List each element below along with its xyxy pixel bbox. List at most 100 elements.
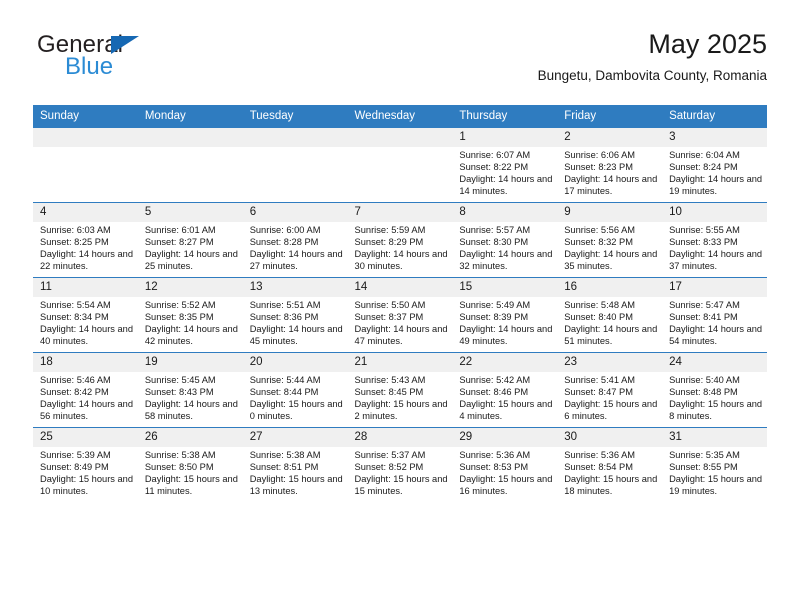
sunrise-text: Sunrise: 5:56 AM — [564, 225, 636, 235]
calendar-day-cell[interactable]: 4 Sunrise: 6:03 AM Sunset: 8:25 PM Daylight… — [33, 202, 138, 278]
weekday-header-tuesday: Tuesday — [242, 105, 348, 128]
daylight-text: Daylight: 15 hours and 10 minutes. — [40, 473, 134, 496]
calendar-day-cell[interactable]: 22 Sunrise: 5:42 AM Sunset: 8:46 PM Dayligh… — [452, 352, 558, 428]
sunset-text: Sunset: 8:41 PM — [669, 311, 738, 322]
calendar-day-cell[interactable] — [242, 128, 348, 203]
sunrise-text: Sunrise: 5:46 AM — [40, 375, 111, 385]
calendar-day-cell[interactable]: 23 Sunrise: 5:41 AM Sunset: 8:47 PM Dayligh… — [557, 352, 663, 428]
sun-info: Sunrise: 5:39 AM Sunset: 8:49 PM Daylight:… — [33, 447, 138, 498]
day-number: 8 — [452, 203, 558, 222]
day-cell: 31 Sunrise: 5:35 AM Sunset: 8:55 PM Dayligh… — [662, 428, 767, 502]
sunset-text: Sunset: 8:28 PM — [249, 236, 319, 247]
general-blue-logo[interactable]: General Blue — [37, 32, 247, 92]
sun-info: Sunrise: 5:42 AM Sunset: 8:46 PM Daylight:… — [452, 372, 557, 423]
calendar-day-cell[interactable]: 18 Sunrise: 5:46 AM Sunset: 8:42 PM Dayligh… — [33, 352, 138, 428]
sun-info: Sunrise: 5:50 AM Sunset: 8:37 PM Daylight:… — [348, 297, 453, 348]
sun-info: Sunrise: 5:46 AM Sunset: 8:42 PM Daylight:… — [33, 372, 138, 423]
day-number: 3 — [662, 128, 767, 147]
sunrise-text: Sunrise: 5:49 AM — [459, 300, 531, 310]
day-cell: 16 Sunrise: 5:48 AM Sunset: 8:40 PM Dayligh… — [557, 278, 663, 352]
sun-info: Sunrise: 5:51 AM Sunset: 8:36 PM Daylight:… — [243, 297, 348, 348]
calendar-day-cell[interactable]: 20 Sunrise: 5:44 AM Sunset: 8:44 PM Dayligh… — [242, 352, 348, 428]
calendar-day-cell[interactable]: 8 Sunrise: 5:57 AM Sunset: 8:30 PM Daylight… — [452, 202, 558, 278]
day-cell: 30 Sunrise: 5:36 AM Sunset: 8:54 PM Dayligh… — [557, 428, 663, 502]
calendar-day-cell[interactable]: 29 Sunrise: 5:36 AM Sunset: 8:53 PM Dayligh… — [452, 427, 558, 502]
day-cell: 24 Sunrise: 5:40 AM Sunset: 8:48 PM Dayligh… — [662, 353, 767, 427]
calendar-day-cell[interactable]: 9 Sunrise: 5:56 AM Sunset: 8:32 PM Daylight… — [557, 202, 663, 278]
page-header: General Blue May 2025 Bungetu, Dambovita… — [33, 28, 767, 100]
calendar-day-cell[interactable] — [137, 128, 243, 203]
calendar-day-cell[interactable] — [347, 128, 453, 203]
sunrise-text: Sunrise: 5:42 AM — [459, 375, 531, 385]
sunrise-text: Sunrise: 5:55 AM — [669, 225, 740, 235]
day-cell-empty — [33, 128, 138, 202]
day-cell: 2 Sunrise: 6:06 AM Sunset: 8:23 PM Daylight… — [557, 128, 663, 202]
weekday-header-monday: Monday — [137, 105, 243, 128]
calendar-day-cell[interactable]: 6 Sunrise: 6:00 AM Sunset: 8:28 PM Daylight… — [242, 202, 348, 278]
sun-info: Sunrise: 5:45 AM Sunset: 8:43 PM Daylight:… — [138, 372, 243, 423]
calendar-day-cell[interactable]: 7 Sunrise: 5:59 AM Sunset: 8:29 PM Daylight… — [347, 202, 453, 278]
calendar-day-cell[interactable]: 25 Sunrise: 5:39 AM Sunset: 8:49 PM Dayligh… — [33, 427, 138, 502]
calendar-day-cell[interactable]: 28 Sunrise: 5:37 AM Sunset: 8:52 PM Dayligh… — [347, 427, 453, 502]
day-number: 4 — [33, 203, 138, 222]
calendar-day-cell[interactable]: 15 Sunrise: 5:49 AM Sunset: 8:39 PM Dayligh… — [452, 277, 558, 353]
calendar-day-cell[interactable]: 30 Sunrise: 5:36 AM Sunset: 8:54 PM Dayligh… — [557, 427, 663, 502]
sunset-text: Sunset: 8:36 PM — [249, 311, 319, 322]
sunrise-text: Sunrise: 5:37 AM — [354, 450, 426, 460]
daylight-text: Daylight: 14 hours and 25 minutes. — [144, 248, 238, 271]
calendar-day-cell[interactable]: 14 Sunrise: 5:50 AM Sunset: 8:37 PM Dayligh… — [347, 277, 453, 353]
day-cell: 7 Sunrise: 5:59 AM Sunset: 8:29 PM Daylight… — [347, 203, 453, 277]
daylight-text: Daylight: 14 hours and 56 minutes. — [40, 398, 134, 421]
daylight-text: Daylight: 14 hours and 32 minutes. — [459, 248, 553, 271]
day-number: 15 — [452, 278, 558, 297]
sun-info: Sunrise: 5:38 AM Sunset: 8:51 PM Daylight:… — [243, 447, 348, 498]
calendar-day-cell[interactable]: 11 Sunrise: 5:54 AM Sunset: 8:34 PM Dayligh… — [33, 277, 138, 353]
calendar-day-cell[interactable]: 26 Sunrise: 5:38 AM Sunset: 8:50 PM Dayligh… — [137, 427, 243, 502]
day-cell: 28 Sunrise: 5:37 AM Sunset: 8:52 PM Dayligh… — [347, 428, 453, 502]
calendar-day-cell[interactable]: 5 Sunrise: 6:01 AM Sunset: 8:27 PM Daylight… — [137, 202, 243, 278]
daylight-text: Daylight: 14 hours and 27 minutes. — [249, 248, 343, 271]
sun-info: Sunrise: 5:38 AM Sunset: 8:50 PM Daylight:… — [138, 447, 243, 498]
calendar-day-cell[interactable] — [33, 128, 138, 203]
triangle-icon — [111, 36, 139, 54]
calendar-day-cell[interactable]: 21 Sunrise: 5:43 AM Sunset: 8:45 PM Dayligh… — [347, 352, 453, 428]
sunset-text: Sunset: 8:52 PM — [354, 461, 424, 472]
calendar-day-cell[interactable]: 10 Sunrise: 5:55 AM Sunset: 8:33 PM Dayligh… — [662, 202, 767, 278]
calendar-day-cell[interactable]: 12 Sunrise: 5:52 AM Sunset: 8:35 PM Dayligh… — [137, 277, 243, 353]
sunset-text: Sunset: 8:29 PM — [354, 236, 424, 247]
day-number: 22 — [452, 353, 558, 372]
sun-info: Sunrise: 5:37 AM Sunset: 8:52 PM Daylight:… — [348, 447, 453, 498]
sun-info: Sunrise: 6:06 AM Sunset: 8:23 PM Daylight:… — [557, 147, 662, 198]
weekday-header-sunday: Sunday — [33, 105, 138, 128]
calendar-day-cell[interactable]: 13 Sunrise: 5:51 AM Sunset: 8:36 PM Dayligh… — [242, 277, 348, 353]
calendar-day-cell[interactable]: 31 Sunrise: 5:35 AM Sunset: 8:55 PM Dayligh… — [662, 427, 767, 502]
day-cell: 9 Sunrise: 5:56 AM Sunset: 8:32 PM Daylight… — [557, 203, 663, 277]
sunset-text: Sunset: 8:24 PM — [669, 161, 738, 172]
day-cell: 10 Sunrise: 5:55 AM Sunset: 8:33 PM Dayligh… — [662, 203, 767, 277]
day-cell: 15 Sunrise: 5:49 AM Sunset: 8:39 PM Dayligh… — [452, 278, 558, 352]
calendar-day-cell[interactable]: 3 Sunrise: 6:04 AM Sunset: 8:24 PM Daylight… — [662, 128, 767, 203]
day-number: 6 — [242, 203, 348, 222]
calendar-day-cell[interactable]: 24 Sunrise: 5:40 AM Sunset: 8:48 PM Dayligh… — [662, 352, 767, 428]
daylight-text: Daylight: 14 hours and 51 minutes. — [564, 323, 658, 346]
logo-text-blue: Blue — [65, 53, 114, 80]
calendar-day-cell[interactable]: 19 Sunrise: 5:45 AM Sunset: 8:43 PM Dayligh… — [137, 352, 243, 428]
calendar-day-cell[interactable]: 1 Sunrise: 6:07 AM Sunset: 8:22 PM Daylight… — [452, 128, 558, 203]
day-number: 23 — [557, 353, 663, 372]
daylight-text: Daylight: 15 hours and 0 minutes. — [249, 398, 343, 421]
calendar-day-cell[interactable]: 27 Sunrise: 5:38 AM Sunset: 8:51 PM Dayligh… — [242, 427, 348, 502]
day-cell: 22 Sunrise: 5:42 AM Sunset: 8:46 PM Dayligh… — [452, 353, 558, 427]
calendar-day-cell[interactable]: 16 Sunrise: 5:48 AM Sunset: 8:40 PM Dayligh… — [557, 277, 663, 353]
day-number: 18 — [33, 353, 138, 372]
daylight-text: Daylight: 15 hours and 4 minutes. — [459, 398, 553, 421]
day-cell: 6 Sunrise: 6:00 AM Sunset: 8:28 PM Daylight… — [242, 203, 348, 277]
day-cell-empty — [137, 128, 243, 202]
calendar-week-row: 4 Sunrise: 6:03 AM Sunset: 8:25 PM Daylight… — [33, 202, 767, 278]
weekday-header-friday: Friday — [557, 105, 663, 128]
calendar-day-cell[interactable]: 17 Sunrise: 5:47 AM Sunset: 8:41 PM Dayligh… — [662, 277, 767, 353]
calendar-day-cell[interactable]: 2 Sunrise: 6:06 AM Sunset: 8:23 PM Daylight… — [557, 128, 663, 203]
sun-info: Sunrise: 5:35 AM Sunset: 8:55 PM Daylight:… — [662, 447, 767, 498]
sun-info: Sunrise: 5:36 AM Sunset: 8:53 PM Daylight:… — [452, 447, 557, 498]
day-number: 1 — [452, 128, 558, 147]
day-number: 10 — [662, 203, 767, 222]
